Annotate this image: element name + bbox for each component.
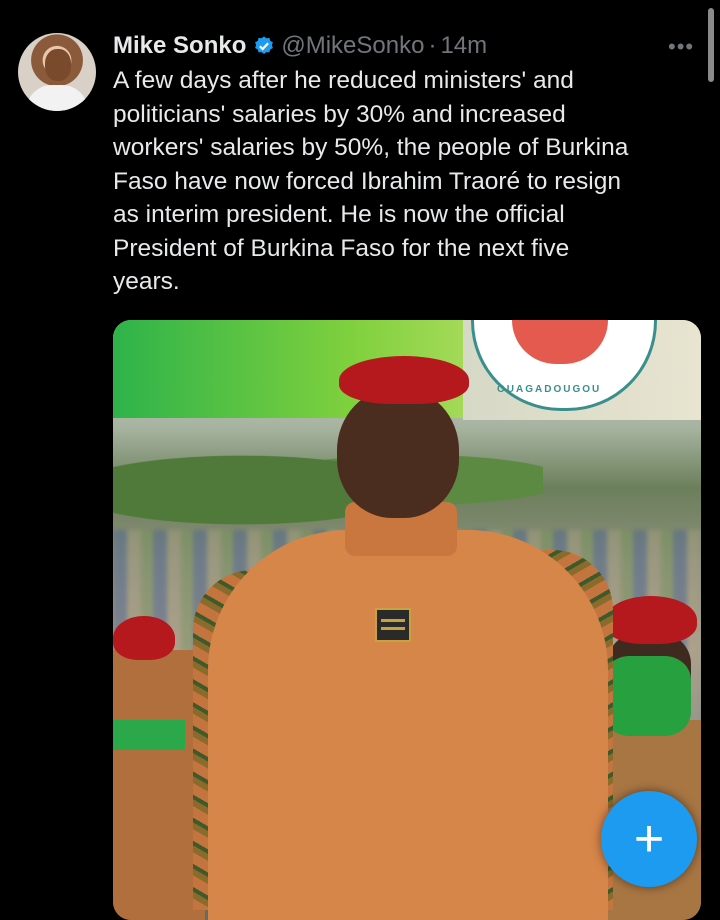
meta-separator: · [428,32,437,59]
scrollbar[interactable] [708,8,714,82]
author-avatar[interactable] [18,33,96,111]
tweet-timestamp[interactable]: 14m [440,32,487,60]
verified-badge-icon [255,36,274,54]
tweet-header: Mike Sonko @MikeSonko · 14m [113,30,487,62]
rank-badge [375,608,411,642]
author-handle[interactable]: @MikeSonko [281,32,424,60]
author-name[interactable]: Mike Sonko [113,32,246,60]
avatar-face [45,49,71,81]
plus-icon: + [633,810,665,868]
more-options-icon[interactable]: ••• [668,34,694,60]
tweet-text: A few days after he reduced ministers' a… [113,67,629,295]
main-soldier-beret [339,356,469,404]
compose-button[interactable]: + [601,791,697,887]
avatar-shirt [26,85,88,111]
main-soldier-head [337,388,459,518]
main-soldier-torso [208,530,608,920]
